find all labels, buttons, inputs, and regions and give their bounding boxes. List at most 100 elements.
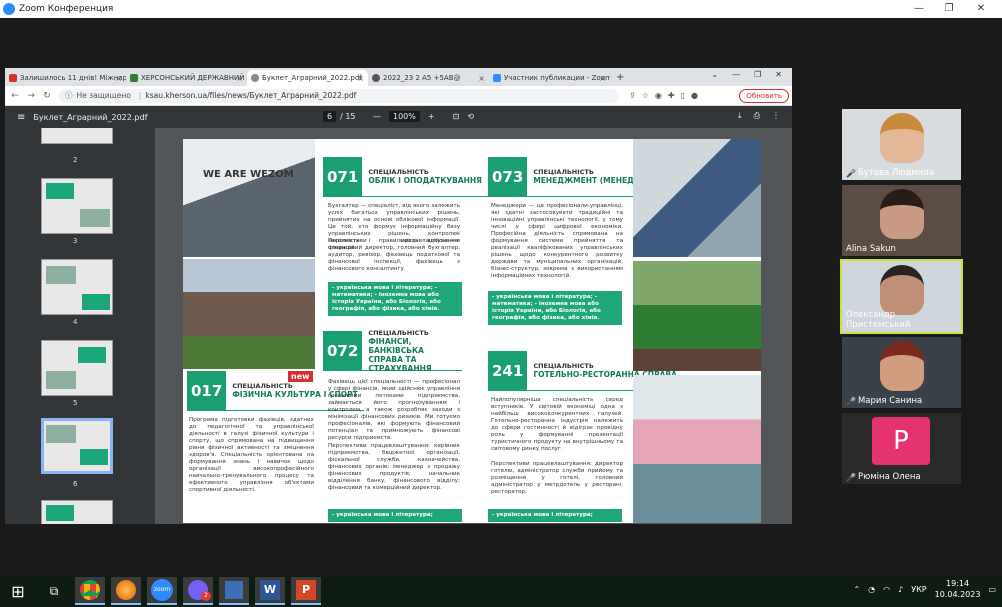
star-icon[interactable]: ☆ [642, 91, 649, 100]
building-photo [183, 259, 315, 369]
participant-tile[interactable]: Alina Sakun [842, 185, 961, 256]
zoom-app-icon[interactable]: zoom [147, 577, 177, 605]
participant-tile[interactable]: 🎤 Бутова Людмила [842, 109, 961, 180]
chevron-down-icon[interactable]: ⌄ [711, 70, 718, 79]
minimize-icon[interactable]: — [732, 70, 740, 79]
close-tab-icon[interactable]: × [478, 74, 485, 83]
pdf-filename: Буклет_Аграрний_2022.pdf [33, 112, 148, 122]
participant-video [879, 265, 924, 315]
chevron-up-icon[interactable]: ⌃ [853, 585, 860, 594]
mic-muted-icon: 🎤 [846, 168, 856, 178]
new-badge: new [288, 371, 313, 382]
minimize-button[interactable]: — [904, 0, 934, 18]
site-icon [130, 74, 138, 82]
tab-gmail[interactable]: Залишилось 11 днів! Міжнарод × [5, 70, 126, 86]
volume-icon[interactable]: ♪ [898, 585, 903, 594]
spec-071-prospects: Перспективи працевлаштування: фінансовий… [328, 238, 460, 272]
spec-073-text: Менеджери — це професіонали-управлінці, … [491, 203, 623, 279]
tab-zoom[interactable]: Участник публикации - Zoom × [489, 70, 610, 86]
zoom-logo-icon [3, 3, 15, 15]
pdf-actions: ⤓ ⎙ ⋮ [738, 111, 780, 121]
participant-tile-speaking[interactable]: Олександр Пристемський [840, 259, 963, 334]
thumbnail-number: 3 [73, 237, 78, 245]
participant-tile[interactable]: P 🎤 Рюміна Олена [842, 413, 961, 484]
extension-icon[interactable]: ◉ [655, 91, 662, 100]
clock[interactable]: 19:14 10.04.2023 [935, 578, 981, 600]
address-bar: ← → ↻ ⓘ Не защищено | ksau.kherson.ua/fi… [5, 86, 792, 106]
page-input[interactable]: 6 [323, 111, 337, 122]
word-icon[interactable]: W [255, 577, 285, 605]
globe-icon [251, 74, 259, 82]
chrome-icon[interactable] [75, 577, 105, 605]
wezom-sign: WE ARE WEZOM [203, 169, 294, 180]
participant-video [879, 341, 924, 391]
restore-icon[interactable]: ❐ [754, 70, 761, 79]
close-icon[interactable]: ✕ [775, 70, 782, 79]
sidepanel-icon[interactable]: ▯ [681, 91, 685, 100]
url-field[interactable]: ⓘ Не защищено | ksau.kherson.ua/files/ne… [59, 88, 619, 103]
tab-doc[interactable]: 2022_23 2 А5 +5АВ@ × [368, 70, 489, 86]
thumbnail[interactable] [41, 259, 113, 315]
powerpoint-icon[interactable]: P [291, 577, 321, 605]
download-icon[interactable]: ⤓ [738, 111, 742, 121]
spec-071: 071 СПЕЦІАЛЬНІСТЬ ОБЛІК І ОПОДАТКУВАННЯ [323, 157, 488, 197]
zoom-controls: — 100% + ⊡ ⟲ [373, 111, 474, 122]
gmail-icon [9, 74, 17, 82]
firefox-icon[interactable] [111, 577, 141, 605]
puzzle-icon[interactable]: ✚ [668, 91, 675, 100]
tab-pdf[interactable]: Буклет_Аграрний_2022.pdf × [247, 70, 368, 86]
close-tab-icon[interactable]: × [236, 74, 243, 83]
participant-tile[interactable]: 🎤 Мария Санина [842, 337, 961, 408]
spec-017-text: Програма підготовки фахівців, здатних до… [189, 417, 314, 493]
share-icon[interactable]: ⇪ [629, 91, 636, 100]
zoom-input[interactable]: 100% [389, 111, 420, 122]
fit-page-icon[interactable]: ⊡ [453, 112, 460, 121]
wifi-icon[interactable]: ◠ [883, 585, 890, 594]
task-view-icon[interactable]: ⧉ [39, 577, 69, 605]
tab-kherson[interactable]: ХЕРСОНСЬКИЙ ДЕРЖАВНИЙ А × [126, 70, 247, 86]
thumbnail-selected[interactable] [41, 418, 113, 474]
page-indicator: 6 / 15 [323, 111, 356, 122]
profile-icon[interactable]: ● [691, 91, 698, 100]
spec-title: ФІНАНСИ, БАНКІВСЬКА СПРАВА ТА СТРАХУВАНН… [368, 336, 432, 373]
spec-241-prospects: Перспективи працевлаштування: директор г… [491, 461, 623, 495]
thumbnail[interactable] [41, 178, 113, 234]
viber-icon[interactable]: 2 [183, 577, 213, 605]
zoom-icon [493, 74, 501, 82]
globe-icon [372, 74, 380, 82]
thumbnail[interactable] [41, 340, 113, 396]
participant-name: Alina Sakun [846, 244, 896, 254]
close-tab-icon[interactable]: × [357, 74, 364, 83]
network-icon[interactable]: ◔ [868, 585, 875, 594]
back-icon[interactable]: ← [9, 91, 21, 101]
windows-taskbar: ⊞ ⧉ zoom 2 W P ⌃ ◔ ◠ ♪ УКР 19:14 10.04.20… [0, 575, 1002, 607]
update-button[interactable]: Обновить [739, 89, 789, 103]
language-indicator[interactable]: УКР [911, 585, 926, 594]
close-tab-icon[interactable]: × [599, 74, 606, 83]
thumbnail[interactable] [41, 128, 113, 144]
start-button[interactable]: ⊞ [3, 577, 33, 605]
forward-icon[interactable]: → [25, 91, 37, 101]
page-total: / 15 [340, 112, 356, 121]
thumbnail-sidebar: 2 3 4 5 6 [5, 128, 155, 524]
new-tab-button[interactable]: + [616, 70, 624, 86]
close-button[interactable]: ✕ [966, 0, 996, 18]
insecure-label: Не защищено [76, 91, 131, 100]
rotate-icon[interactable]: ⟲ [467, 112, 474, 121]
save-disk-icon[interactable] [219, 577, 249, 605]
menu-icon[interactable]: ≡ [17, 112, 25, 123]
notifications-icon[interactable]: ▭ [988, 585, 996, 594]
more-icon[interactable]: ⋮ [772, 111, 780, 121]
close-tab-icon[interactable]: × [115, 74, 122, 83]
participant-avatar: P [872, 417, 930, 465]
print-icon[interactable]: ⎙ [754, 111, 760, 121]
participant-name: Олександр Пристемський [846, 310, 911, 330]
thumbnail[interactable] [41, 500, 113, 524]
mic-muted-icon: 🎤 [846, 472, 856, 482]
zoom-in-icon[interactable]: + [428, 112, 435, 121]
browser-window-controls: ⌄ — ❐ ✕ [711, 70, 792, 79]
zoom-out-icon[interactable]: — [373, 112, 381, 121]
url-text: ksau.kherson.ua/files/news/Буклет_Аграрн… [145, 91, 357, 100]
maximize-button[interactable]: ❐ [934, 0, 964, 18]
reload-icon[interactable]: ↻ [41, 91, 53, 101]
